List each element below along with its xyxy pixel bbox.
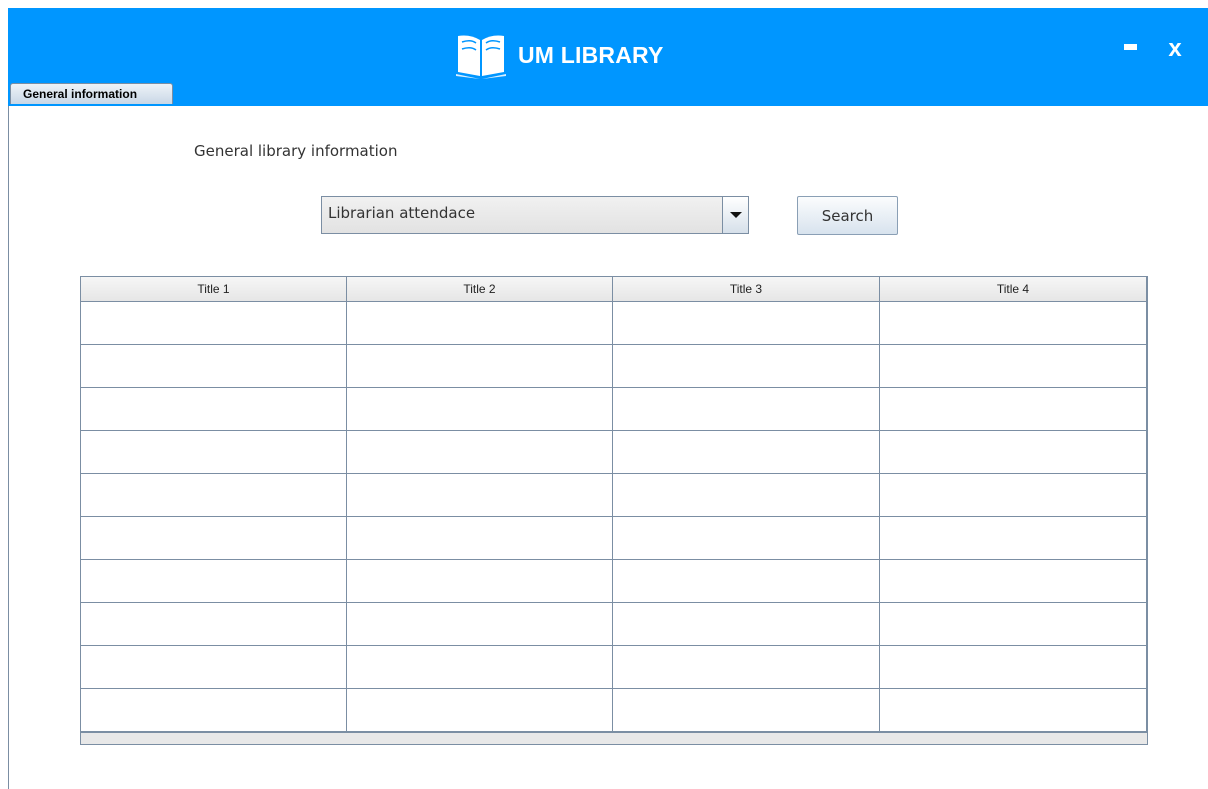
table-cell[interactable] — [613, 345, 880, 387]
column-header-title-4[interactable]: Title 4 — [880, 277, 1147, 301]
open-book-icon — [456, 35, 506, 79]
close-button[interactable]: x — [1160, 34, 1190, 64]
table-cell[interactable] — [880, 345, 1147, 387]
table-row[interactable] — [81, 474, 1147, 517]
tab-general-information[interactable]: General information — [10, 83, 173, 104]
table-cell[interactable] — [880, 689, 1147, 731]
table-body — [81, 302, 1147, 732]
section-title: General library information — [194, 142, 398, 160]
table-cell[interactable] — [81, 603, 347, 645]
table-cell[interactable] — [880, 431, 1147, 473]
table-cell[interactable] — [613, 431, 880, 473]
table-cell[interactable] — [347, 302, 613, 344]
table-row[interactable] — [81, 603, 1147, 646]
table-header: Title 1 Title 2 Title 3 Title 4 — [81, 277, 1147, 302]
table-cell[interactable] — [81, 302, 347, 344]
minimize-button[interactable] — [1120, 38, 1144, 62]
table-cell[interactable] — [613, 646, 880, 688]
search-button[interactable]: Search — [797, 196, 898, 235]
table-cell[interactable] — [81, 560, 347, 602]
table-cell[interactable] — [347, 431, 613, 473]
table-cell[interactable] — [347, 517, 613, 559]
table-cell[interactable] — [347, 560, 613, 602]
column-header-title-3[interactable]: Title 3 — [613, 277, 880, 301]
results-table: Title 1 Title 2 Title 3 Title 4 — [80, 276, 1148, 745]
table-cell[interactable] — [347, 388, 613, 430]
table-cell[interactable] — [613, 603, 880, 645]
table-row[interactable] — [81, 689, 1147, 732]
table-cell[interactable] — [347, 646, 613, 688]
table-cell[interactable] — [613, 302, 880, 344]
table-row[interactable] — [81, 646, 1147, 689]
table-cell[interactable] — [880, 474, 1147, 516]
table-cell[interactable] — [81, 517, 347, 559]
minimize-icon — [1124, 44, 1137, 50]
app-window: UM LIBRARY x General information General… — [0, 0, 1208, 789]
table-cell[interactable] — [880, 388, 1147, 430]
table-cell[interactable] — [880, 603, 1147, 645]
table-cell[interactable] — [880, 517, 1147, 559]
table-cell[interactable] — [81, 646, 347, 688]
table-cell[interactable] — [81, 689, 347, 731]
table-row[interactable] — [81, 560, 1147, 603]
report-select-value: Librarian attendace — [328, 204, 476, 222]
table-cell[interactable] — [347, 689, 613, 731]
table-cell[interactable] — [880, 560, 1147, 602]
table-cell[interactable] — [880, 302, 1147, 344]
table-cell[interactable] — [347, 345, 613, 387]
table-cell[interactable] — [81, 388, 347, 430]
report-select[interactable]: Librarian attendace — [321, 196, 749, 234]
table-row[interactable] — [81, 431, 1147, 474]
column-header-title-1[interactable]: Title 1 — [81, 277, 347, 301]
table-row[interactable] — [81, 517, 1147, 560]
table-row[interactable] — [81, 345, 1147, 388]
table-cell[interactable] — [880, 646, 1147, 688]
table-cell[interactable] — [347, 603, 613, 645]
table-cell[interactable] — [347, 474, 613, 516]
table-cell[interactable] — [613, 474, 880, 516]
table-cell[interactable] — [613, 689, 880, 731]
caret-down-icon — [730, 212, 742, 218]
horizontal-scrollbar[interactable] — [81, 732, 1147, 744]
table-row[interactable] — [81, 388, 1147, 431]
dropdown-arrow-button[interactable] — [722, 197, 748, 233]
brand: UM LIBRARY — [454, 30, 664, 80]
title-bar: UM LIBRARY x — [8, 8, 1208, 106]
table-cell[interactable] — [613, 517, 880, 559]
table-cell[interactable] — [81, 431, 347, 473]
table-row[interactable] — [81, 302, 1147, 345]
table-cell[interactable] — [81, 345, 347, 387]
table-cell[interactable] — [613, 560, 880, 602]
app-title: UM LIBRARY — [518, 41, 664, 68]
table-cell[interactable] — [81, 474, 347, 516]
column-header-title-2[interactable]: Title 2 — [347, 277, 613, 301]
table-cell[interactable] — [613, 388, 880, 430]
